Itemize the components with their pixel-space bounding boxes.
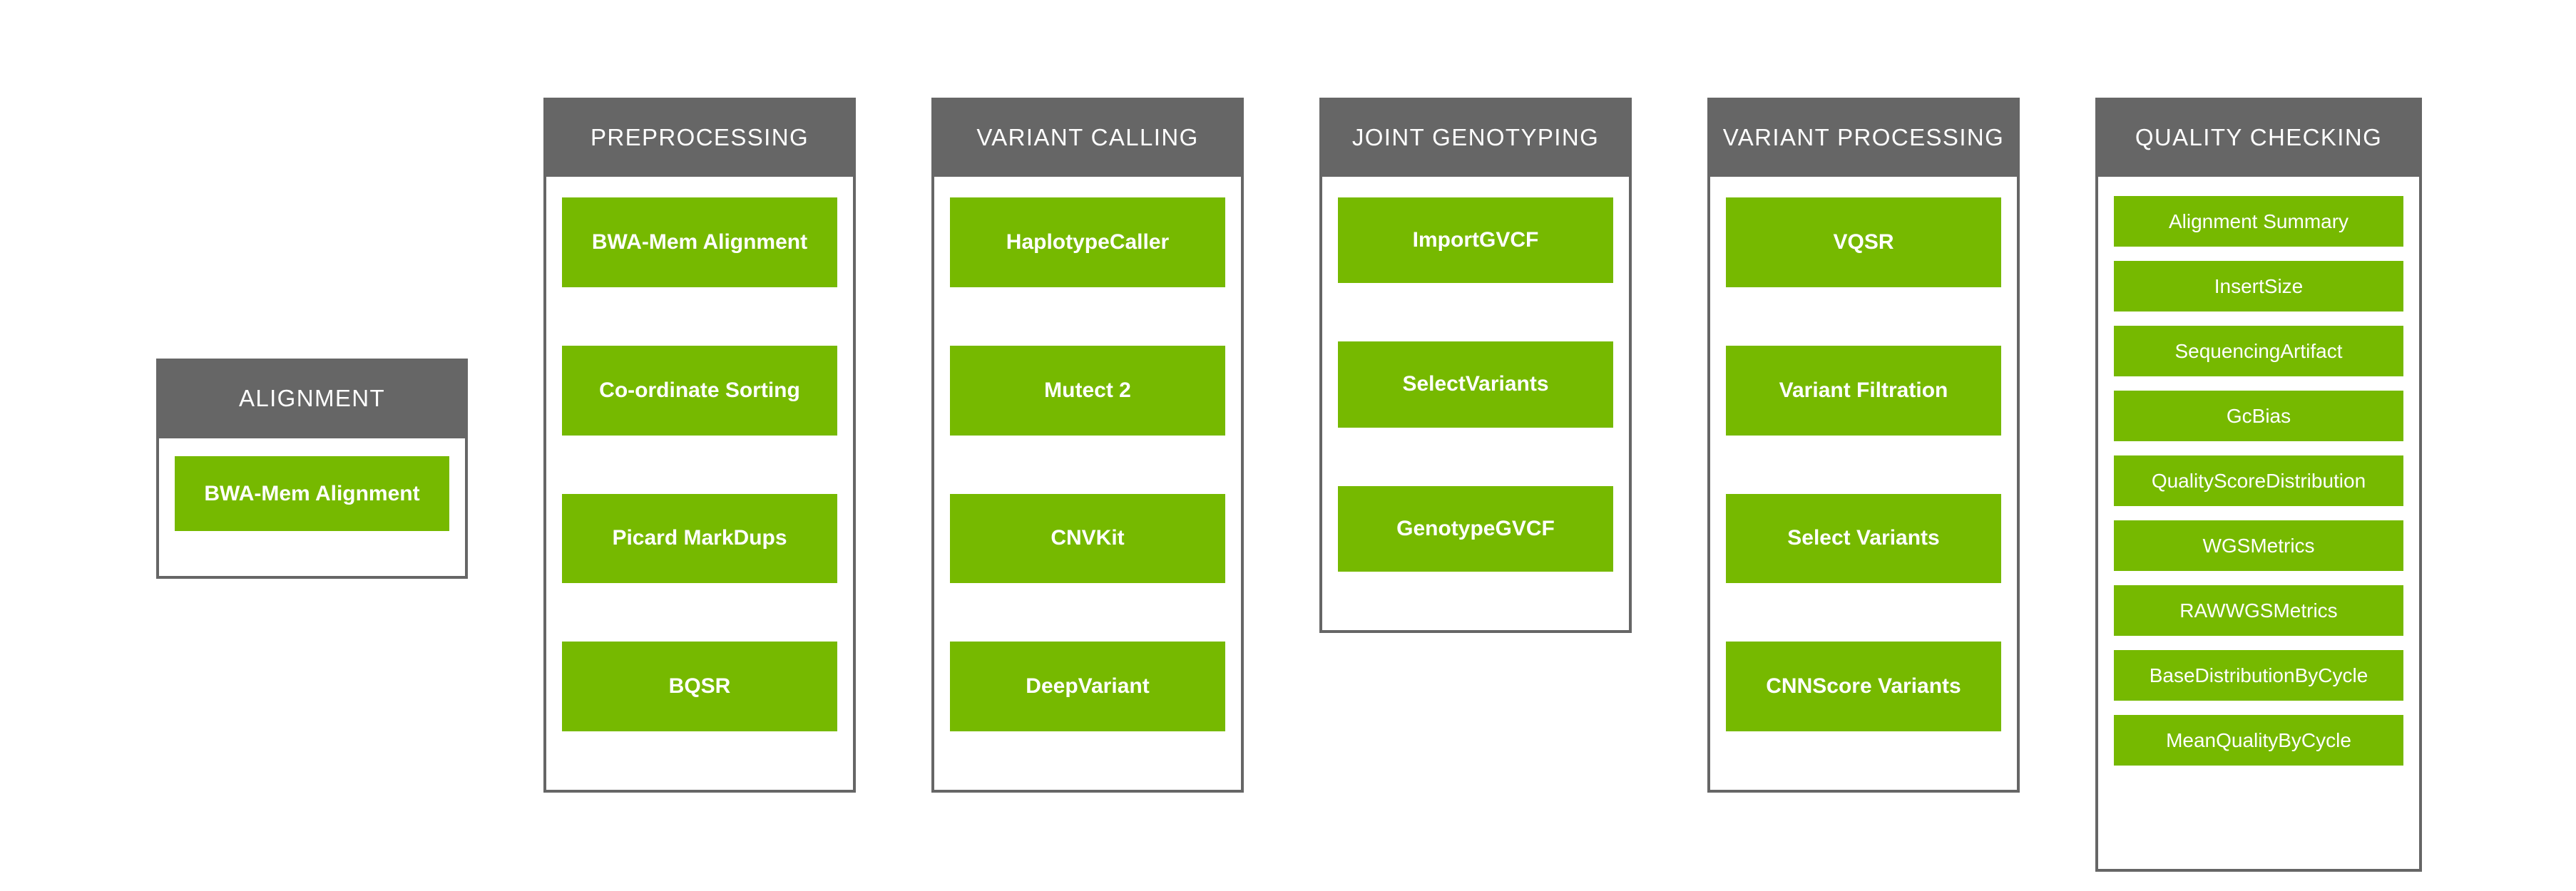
task-box[interactable]: BaseDistributionByCycle (2114, 650, 2403, 701)
stage-alignment-header: ALIGNMENT (156, 359, 468, 438)
stage-joint-genotyping-body: ImportGVCF SelectVariants GenotypeGVCF (1319, 177, 1632, 633)
stage-preprocessing-header: PREPROCESSING (543, 98, 856, 177)
task-box[interactable]: BWA-Mem Alignment (562, 197, 837, 287)
task-box[interactable]: Select Variants (1726, 493, 2001, 584)
task-box[interactable]: Variant Filtration (1726, 345, 2001, 436)
task-box[interactable]: WGSMetrics (2114, 520, 2403, 571)
stage-variant-processing: VARIANT PROCESSING VQSR Variant Filtrati… (1707, 98, 2020, 793)
stage-joint-genotyping-header: JOINT GENOTYPING (1319, 98, 1632, 177)
stage-preprocessing: PREPROCESSING BWA-Mem Alignment Co-ordin… (543, 98, 856, 793)
stage-variant-processing-body: VQSR Variant Filtration Select Variants … (1707, 177, 2020, 793)
stage-variant-calling: VARIANT CALLING HaplotypeCaller Mutect 2… (931, 98, 1244, 793)
task-box[interactable]: HaplotypeCaller (950, 197, 1225, 287)
task-box[interactable]: CNNScore Variants (1726, 642, 2001, 731)
task-box[interactable]: GenotypeGVCF (1338, 485, 1613, 572)
task-box[interactable]: Co-ordinate Sorting (562, 345, 837, 436)
stage-quality-checking-body: Alignment Summary InsertSize SequencingA… (2095, 177, 2422, 872)
task-box[interactable]: BQSR (562, 642, 837, 731)
task-box[interactable]: Mutect 2 (950, 345, 1225, 436)
task-box[interactable]: MeanQualityByCycle (2114, 715, 2403, 766)
task-box[interactable]: SelectVariants (1338, 341, 1613, 428)
task-box[interactable]: GcBias (2114, 391, 2403, 441)
task-box[interactable]: QualityScoreDistribution (2114, 455, 2403, 506)
task-box[interactable]: BWA-Mem Alignment (175, 456, 449, 531)
task-box[interactable]: InsertSize (2114, 261, 2403, 311)
stage-quality-checking-header: QUALITY CHECKING (2095, 98, 2422, 177)
stage-variant-calling-body: HaplotypeCaller Mutect 2 CNVKit DeepVari… (931, 177, 1244, 793)
stage-variant-processing-header: VARIANT PROCESSING (1707, 98, 2020, 177)
task-box[interactable]: Alignment Summary (2114, 196, 2403, 247)
task-box[interactable]: DeepVariant (950, 642, 1225, 731)
stage-variant-calling-header: VARIANT CALLING (931, 98, 1244, 177)
task-box[interactable]: SequencingArtifact (2114, 326, 2403, 376)
stage-alignment: ALIGNMENT BWA-Mem Alignment (156, 359, 468, 579)
task-box[interactable]: ImportGVCF (1338, 197, 1613, 284)
diagram-canvas: ALIGNMENT BWA-Mem Alignment PREPROCESSIN… (0, 0, 2576, 891)
stage-preprocessing-body: BWA-Mem Alignment Co-ordinate Sorting Pi… (543, 177, 856, 793)
stage-alignment-body: BWA-Mem Alignment (156, 438, 468, 579)
task-box[interactable]: VQSR (1726, 197, 2001, 287)
task-box[interactable]: Picard MarkDups (562, 493, 837, 584)
stage-quality-checking: QUALITY CHECKING Alignment Summary Inser… (2095, 98, 2422, 872)
task-box[interactable]: RAWWGSMetrics (2114, 585, 2403, 636)
task-box[interactable]: CNVKit (950, 493, 1225, 584)
stage-joint-genotyping: JOINT GENOTYPING ImportGVCF SelectVarian… (1319, 98, 1632, 633)
